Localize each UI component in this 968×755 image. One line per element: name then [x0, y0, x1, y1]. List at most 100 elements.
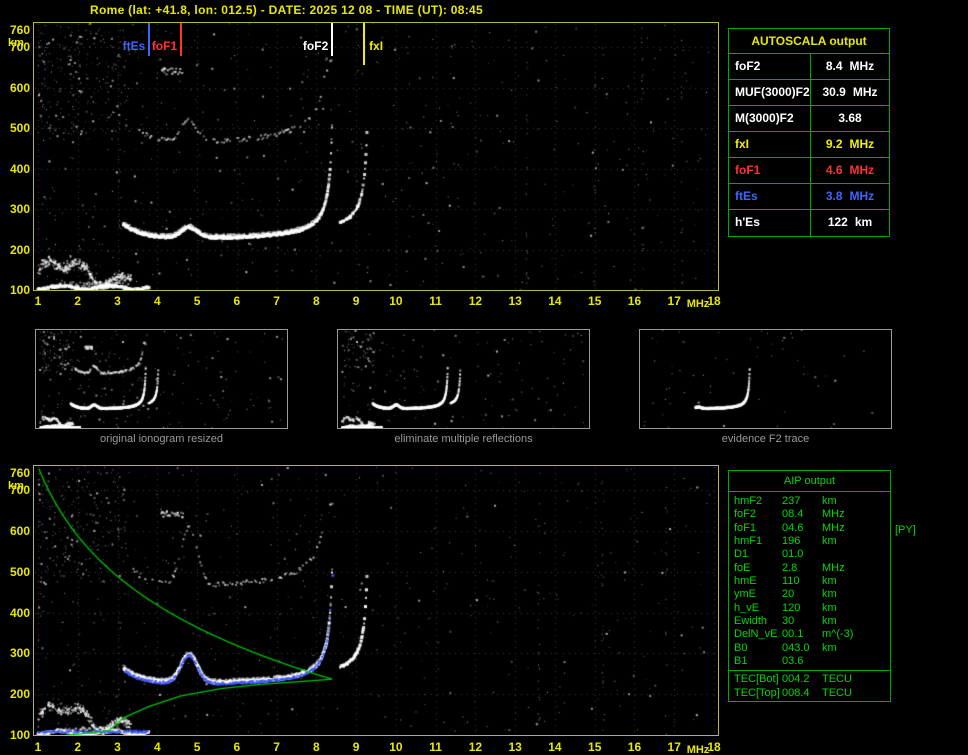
x-axis-tick-label: 9 [344, 740, 368, 754]
ionogram-main-canvas [34, 23, 718, 290]
autoscala-table-body: foF28.4MHzMUF(3000)F230.9MHzM(3000)F23.6… [729, 54, 889, 236]
aip-row-label: B0 [729, 642, 782, 655]
autoscala-row: foF14.6MHz [729, 158, 889, 184]
aip-row-label: ymE [729, 588, 782, 601]
autoscala-value-number: 122 [828, 210, 848, 236]
y-axis-tick-label: 400 [2, 162, 30, 176]
aip-row-unit: MHz [822, 522, 890, 535]
autoscala-value-unit: MHz [850, 158, 875, 183]
aip-row-label: B1 [729, 655, 782, 668]
x-axis-tick-label: 14 [543, 740, 567, 754]
x-axis-tick-label: 7 [265, 294, 289, 308]
ionogram-profile-canvas [34, 466, 718, 735]
autoscala-value-unit: km [855, 210, 872, 236]
aip-row-unit: km [822, 495, 890, 508]
aip-row: D101.0 [729, 548, 890, 561]
aip-row: B0043.0km [729, 642, 890, 655]
aip-row-unit [822, 548, 890, 561]
x-axis-tick-label: 8 [304, 294, 328, 308]
y-axis-tick-label: 760 [2, 23, 30, 37]
py-note: [PY] [895, 524, 916, 536]
aip-row-unit: km [822, 535, 890, 548]
autoscala-row-label: MUF(3000)F2 [729, 80, 811, 105]
aip-row-label: h_vE [729, 602, 782, 615]
thumbnail-filtered-canvas [338, 330, 589, 428]
aip-row-value: 196 [782, 535, 822, 548]
x-axis-tick-label: 7 [265, 740, 289, 754]
aip-row-unit: m^(-3) [822, 628, 890, 641]
aip-tec-unit: TECU [822, 686, 890, 700]
aip-tec-value: 008.4 [782, 686, 822, 700]
y-axis-tick-label: 600 [2, 81, 30, 95]
autoscala-row-value: 4.6MHz [811, 158, 889, 183]
marker-line-fof2 [331, 23, 333, 56]
autoscala-row: ftEs3.8MHz [729, 184, 889, 210]
x-axis-tick-label: 2 [66, 294, 90, 308]
x-axis-tick-label: 8 [304, 740, 328, 754]
aip-row-label: hmF1 [729, 535, 782, 548]
x-axis-tick-label: 5 [185, 294, 209, 308]
autoscala-output-table: AUTOSCALA output foF28.4MHzMUF(3000)F230… [728, 28, 890, 237]
x-axis-tick-label: 5 [185, 740, 209, 754]
autoscala-row-label: foF1 [729, 158, 811, 183]
y-axis-tick-label: 200 [2, 687, 30, 701]
aip-output-table: AIP output hmF2237kmfoF208.4MHzfoF104.6M… [728, 470, 891, 702]
autoscala-row: fxI9.2MHz [729, 132, 889, 158]
aip-tec-value: 004.2 [782, 672, 822, 686]
marker-line-ftes [148, 23, 150, 56]
aip-row-value: 043.0 [782, 642, 822, 655]
autoscala-value-unit: MHz [853, 80, 878, 105]
aip-tec-row: TEC[Bot]004.2TECU [729, 672, 890, 686]
y-axis-tick-label: 500 [2, 121, 30, 135]
autoscala-row-value: 30.9 MHz [811, 80, 889, 105]
y-axis-unit-label: km [2, 37, 30, 49]
thumbnail-caption-filtered: eliminate multiple reflections [337, 433, 590, 445]
aip-row: B103.6 [729, 655, 890, 668]
aip-row: foF104.6MHz [729, 522, 890, 535]
y-axis-tick-label: 600 [2, 524, 30, 538]
autoscala-row-label: foF2 [729, 54, 811, 79]
x-axis-tick-label: 16 [622, 294, 646, 308]
thumbnail-caption-original: original ionogram resized [35, 433, 288, 445]
thumbnail-original-ionogram [35, 329, 288, 429]
aip-row-unit: MHz [822, 562, 890, 575]
autoscala-value-number: 9.2 [826, 132, 843, 157]
autoscala-value-number: 30.9 [822, 80, 845, 105]
autoscala-row: h'Es 122 km [729, 210, 889, 236]
aip-table-header: AIP output [729, 471, 890, 492]
x-axis-tick-label: 16 [622, 740, 646, 754]
x-axis-tick-label: 4 [145, 740, 169, 754]
aip-row-unit [822, 655, 890, 668]
autoscala-row-value: 3.68 [811, 106, 889, 131]
y-axis-tick-label: 500 [2, 565, 30, 579]
autoscala-row: M(3000)F23.68 [729, 106, 889, 132]
marker-label-fof1: foF1 [152, 39, 177, 53]
autoscala-row-label: h'Es [729, 210, 811, 236]
aip-row-unit: km [822, 602, 890, 615]
aip-row-label: hmE [729, 575, 782, 588]
autoscala-row-label: fxI [729, 132, 811, 157]
aip-row-label: hmF2 [729, 495, 782, 508]
x-axis-tick-label: 4 [145, 294, 169, 308]
autoscala-row: MUF(3000)F2 30.9 MHz [729, 80, 889, 106]
aip-tec-section: TEC[Bot]004.2TECUTEC[Top]008.4TECU [729, 670, 890, 701]
y-axis-tick-label: 760 [2, 466, 30, 480]
aip-row: DelN_vE00.1m^(-3) [729, 628, 890, 641]
y-axis-unit-label: km [2, 480, 30, 492]
x-axis-unit-label: MHz [683, 744, 713, 755]
autoscala-value-number: 3.68 [838, 106, 861, 131]
marker-label-fxi: fxI [369, 39, 383, 53]
marker-label-fof2: foF2 [303, 39, 328, 53]
autoscala-value-number: 3.8 [826, 184, 843, 209]
autoscala-value-number: 8.4 [826, 54, 843, 79]
aip-row-unit: km [822, 575, 890, 588]
marker-line-fof1 [180, 23, 182, 56]
autoscala-row: foF2 8.4 MHz [729, 54, 889, 80]
aip-row-unit: MHz [822, 508, 890, 521]
x-axis-tick-label: 13 [503, 740, 527, 754]
x-axis-tick-label: 2 [66, 740, 90, 754]
aip-row-value: 30 [782, 615, 822, 628]
y-axis-tick-label: 300 [2, 646, 30, 660]
x-axis-tick-label: 1 [26, 740, 50, 754]
autoscala-value-unit: MHz [850, 54, 875, 79]
